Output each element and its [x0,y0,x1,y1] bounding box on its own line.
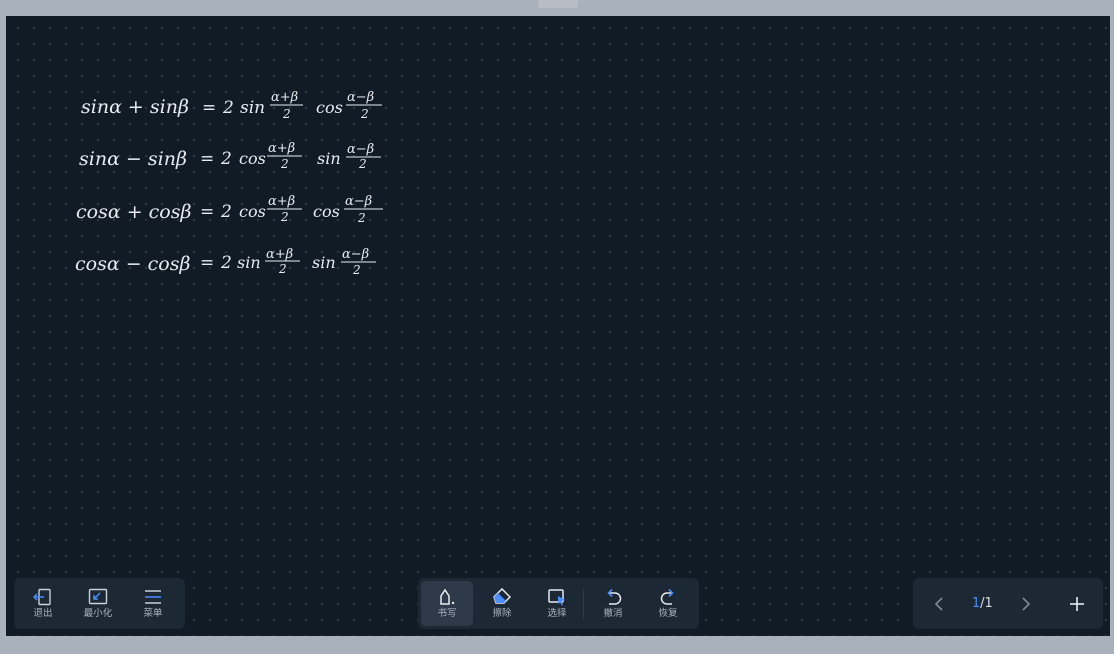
formula-2-f2: sin [317,149,341,168]
minimize-label: 最小化 [83,608,113,620]
formula-4-coef: 2 [220,253,232,273]
formula-3-eq: = [200,202,214,222]
formula-3-num1: α+β [268,194,295,209]
select-icon [548,589,565,606]
formula-3-coef: 2 [220,202,232,222]
formula-1-eq: = [202,98,216,118]
write-label: 书写 [437,608,457,620]
formula-4-f1: sin [237,253,261,272]
formula-3-f2: cos [313,202,340,221]
formula-2-den2: 2 [358,157,367,171]
erase-button[interactable]: 擦除 [476,581,528,626]
redo-button[interactable]: 恢复 [642,581,694,626]
formula-row-4: cosα − cosβ = 2 sin α+β 2 sin α−β 2 [75,247,376,277]
menu-label: 菜单 [143,608,163,620]
page-navigator: 1/1 [913,578,1103,629]
formula-2-num2: α−β [347,142,374,157]
current-page: 1 [971,596,981,611]
formula-4-den2: 2 [352,263,361,277]
formula-1-den2: 2 [360,107,369,121]
formula-2-coef: 2 [220,149,232,169]
center-toolbar: 书写 擦除 选择 撤消 恢复 [418,578,699,629]
formula-1-den1: 2 [282,107,291,121]
page-indicator: 1/1 [972,596,993,611]
formula-1-lhs: sinα + sinβ [81,96,189,118]
formula-row-2: sinα − sinβ = 2 cos α+β 2 sin α−β 2 [79,141,381,171]
formula-1-num2: α−β [347,90,374,105]
redo-label: 恢复 [658,608,678,620]
exit-icon [33,589,51,606]
formula-4-num1: α+β [266,247,293,262]
menu-icon [145,590,161,604]
formula-2-den1: 2 [280,157,289,171]
plus-icon [1070,596,1085,611]
exit-button[interactable]: 退出 [17,581,69,626]
handwriting-layer: sinα + sinβ = 2 sin α+β 2 cos α−β 2 sinα… [75,90,383,277]
formula-2-eq: = [200,149,214,169]
prev-page-button[interactable] [921,586,957,622]
formula-4-eq: = [200,253,214,273]
redo-icon [660,589,674,605]
formula-2-lhs: sinα − sinβ [79,148,187,170]
formula-1-f2: cos [316,98,343,117]
undo-label: 撤消 [603,608,623,620]
undo-icon [607,589,622,605]
formula-3-den2: 2 [357,211,366,225]
formula-2-f1: cos [239,149,266,168]
formula-4-f2: sin [312,253,336,272]
undo-button[interactable]: 撤消 [587,581,639,626]
select-button[interactable]: 选择 [531,581,583,626]
minimize-icon [88,589,108,605]
write-button[interactable]: 书写 [421,581,473,626]
formula-row-1: sinα + sinβ = 2 sin α+β 2 cos α−β 2 [81,90,382,121]
formula-1-f1: sin [240,98,265,118]
menu-button[interactable]: 菜单 [127,581,179,626]
formula-3-num2: α−β [345,194,372,209]
add-page-button[interactable] [1059,586,1095,622]
total-pages: /1 [980,596,993,611]
pen-icon [440,588,455,605]
formula-3-lhs: cosα + cosβ [76,201,191,223]
top-handle[interactable] [538,0,578,8]
select-label: 选择 [547,608,567,620]
chevron-right-icon [1022,596,1031,611]
left-toolbar: 退出 最小化 菜单 [14,578,185,629]
formula-4-den1: 2 [278,262,287,276]
formula-2-num1: α+β [268,141,295,156]
whiteboard-canvas[interactable]: sinα + sinβ = 2 sin α+β 2 cos α−β 2 sinα… [6,16,1110,636]
erase-label: 擦除 [492,608,512,620]
formula-3-f1: cos [239,202,266,221]
formula-3-den1: 2 [280,210,289,224]
eraser-icon [493,588,512,604]
formula-row-3: cosα + cosβ = 2 cos α+β 2 cos α−β 2 [76,194,383,225]
formula-4-lhs: cosα − cosβ [75,253,190,275]
minimize-button[interactable]: 最小化 [72,581,124,626]
formula-1-coef: 2 [222,98,234,118]
chevron-left-icon [934,596,943,611]
toolbar-divider [583,588,584,619]
exit-label: 退出 [33,608,53,620]
next-page-button[interactable] [1008,586,1044,622]
formula-4-num2: α−β [342,247,369,262]
window-frame: sinα + sinβ = 2 sin α+β 2 cos α−β 2 sinα… [0,0,1114,654]
formula-1-num1: α+β [271,90,298,105]
